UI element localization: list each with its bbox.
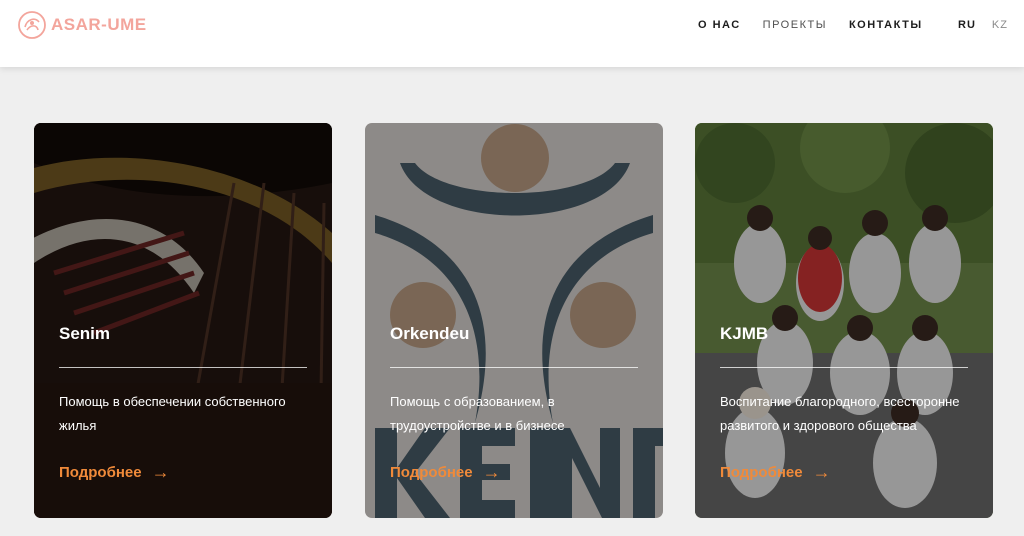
- nav-about[interactable]: О НАС: [698, 19, 741, 31]
- lang-kz[interactable]: KZ: [992, 19, 1008, 31]
- language-switcher: RU KZ: [958, 19, 1024, 31]
- arrow-right-icon: →: [812, 462, 831, 482]
- card-content: KJMB Воспитание благородного, всесторонн…: [720, 123, 968, 518]
- lang-ru[interactable]: RU: [958, 19, 976, 31]
- card-divider: [59, 367, 307, 368]
- card-title: Orkendeu: [390, 324, 470, 343]
- main-nav: О НАС ПРОЕКТЫ КОНТАКТЫ: [698, 19, 945, 31]
- card-title: KJMB: [720, 324, 769, 343]
- card-divider: [720, 367, 968, 368]
- card-title: Senim: [59, 324, 111, 343]
- card-content: Orkendeu Помощь с образованием, в трудоу…: [390, 123, 638, 518]
- project-card-orkendeu[interactable]: Orkendeu Помощь с образованием, в трудоу…: [365, 123, 663, 518]
- arrow-right-icon: →: [482, 462, 501, 482]
- card-description: Помощь в обеспечении собственного жилья: [59, 394, 286, 433]
- more-link[interactable]: Подробнее →: [390, 462, 501, 483]
- nav-contacts[interactable]: КОНТАКТЫ: [849, 19, 923, 31]
- more-link[interactable]: Подробнее →: [720, 462, 831, 483]
- site-header: ASAR-UME О НАС ПРОЕКТЫ КОНТАКТЫ RU KZ: [0, 0, 1024, 67]
- card-content: Senim Помощь в обеспечении собственного …: [59, 123, 307, 518]
- card-description: Воспитание благородного, всесторонне раз…: [720, 394, 960, 433]
- more-link-label: Подробнее: [390, 464, 473, 481]
- more-link-label: Подробнее: [720, 464, 803, 481]
- project-card-senim[interactable]: Senim Помощь в обеспечении собственного …: [34, 123, 332, 518]
- more-link[interactable]: Подробнее →: [59, 462, 170, 483]
- logo-mark-icon: [18, 11, 46, 39]
- nav-projects[interactable]: ПРОЕКТЫ: [763, 19, 827, 31]
- logo-link[interactable]: ASAR-UME: [17, 10, 147, 40]
- card-divider: [390, 367, 638, 368]
- more-link-label: Подробнее: [59, 464, 142, 481]
- arrow-right-icon: →: [151, 462, 170, 482]
- project-card-kjmb[interactable]: KJMB Воспитание благородного, всесторонн…: [695, 123, 993, 518]
- card-description: Помощь с образованием, в трудоустройстве…: [390, 394, 565, 433]
- logo-text: ASAR-UME: [51, 15, 147, 34]
